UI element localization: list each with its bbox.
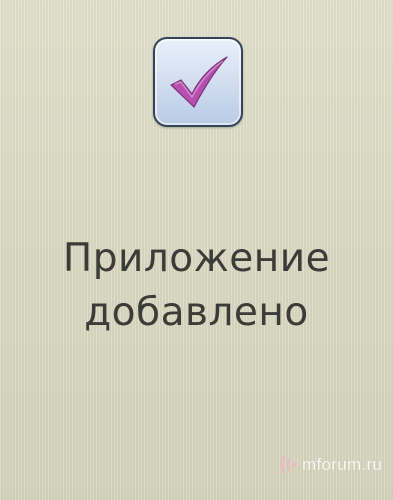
success-checkmark-box: [153, 37, 243, 127]
checkmark-icon: [170, 56, 228, 108]
site-watermark: mforum.ru: [278, 452, 382, 478]
notification-screen: Приложение добавлено mforum.ru: [0, 0, 393, 500]
status-message-line-2: добавлено: [84, 290, 309, 335]
watermark-text: mforum.ru: [302, 455, 383, 474]
status-message-line-1: Приложение: [62, 236, 331, 281]
signal-waves-icon: [280, 455, 296, 475]
status-message: Приложение добавлено: [0, 232, 393, 340]
